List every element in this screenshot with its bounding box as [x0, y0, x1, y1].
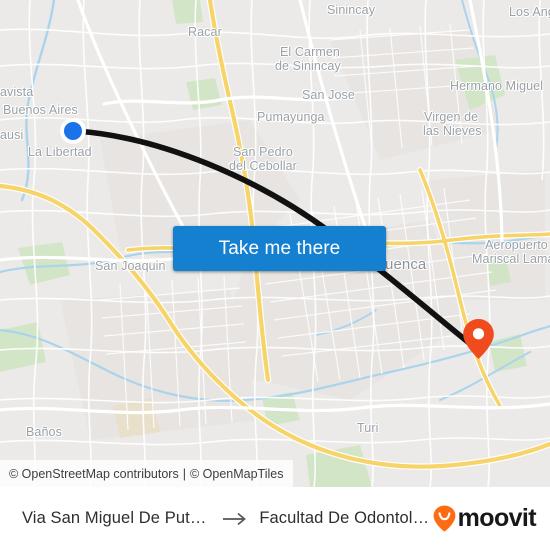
trip-destination-label: Facultad De Odontolog…	[259, 509, 433, 527]
map-canvas[interactable]: Sinincay Los Ange Racar El Carmen de Sin…	[0, 0, 550, 487]
moovit-route-map-screen: Sinincay Los Ange Racar El Carmen de Sin…	[0, 0, 550, 550]
attribution-separator: |	[182, 466, 186, 481]
attribution-openmaptiles[interactable]: © OpenMapTiles	[190, 467, 284, 481]
take-me-there-button[interactable]: Take me there	[173, 226, 386, 271]
moovit-logo[interactable]: moovit	[433, 504, 537, 532]
trip-summary-footer: Via San Miguel De Putusi… Facultad De Od…	[0, 487, 550, 550]
moovit-pin-icon	[433, 505, 456, 532]
map-pin-icon	[463, 319, 494, 359]
destination-pin-marker[interactable]	[462, 318, 495, 360]
arrow-right-icon	[222, 512, 248, 526]
moovit-wordmark: moovit	[457, 504, 537, 532]
map-attribution: © OpenStreetMap contributors | © OpenMap…	[0, 460, 294, 487]
attribution-osm[interactable]: © OpenStreetMap contributors	[9, 467, 179, 481]
trip-origin-label: Via San Miguel De Putusi…	[22, 509, 212, 527]
origin-dot-marker[interactable]	[60, 118, 86, 144]
